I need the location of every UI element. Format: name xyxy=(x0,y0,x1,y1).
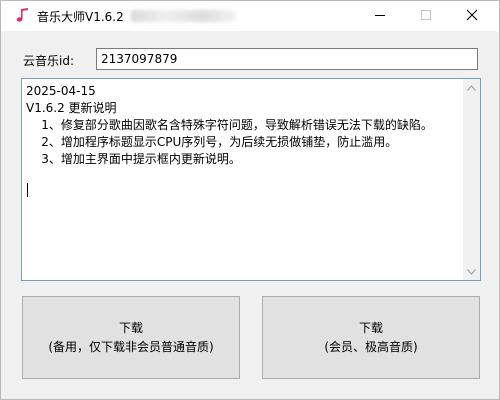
title-bar[interactable]: 音乐大师V1.6.2 xyxy=(1,1,499,31)
download-normal-sublabel: (备用，仅下载非会员普通音质) xyxy=(48,339,214,354)
changelog-line: 1、修复部分歌曲因歌名含特殊字符问题，导致解析错误无法下载的缺陷。 xyxy=(26,118,433,132)
id-label: 云音乐id: xyxy=(23,54,74,68)
changelog-line: V1.6.2 更新说明 xyxy=(26,101,117,115)
title-redacted xyxy=(131,10,236,22)
scroll-down-arrow-icon[interactable] xyxy=(463,263,480,280)
maximize-button[interactable] xyxy=(403,1,449,31)
changelog-line: 2、增加程序标题显示CPU序列号，为后续无损做铺垫，防止滥用。 xyxy=(26,135,398,149)
minimize-button[interactable] xyxy=(357,1,403,31)
download-normal-button[interactable]: 下载 (备用，仅下载非会员普通音质) xyxy=(22,296,240,379)
vertical-scrollbar[interactable] xyxy=(463,79,480,280)
app-window: 音乐大师V1.6.2 云音乐id: 2025-04-15 V1.6.2 更新说明 … xyxy=(0,0,500,400)
window-title: 音乐大师V1.6.2 xyxy=(37,10,124,24)
text-caret xyxy=(27,183,28,197)
download-vip-label: 下载 xyxy=(358,320,383,335)
close-button[interactable] xyxy=(449,1,495,31)
download-vip-sublabel: (会员、极高音质) xyxy=(324,339,418,354)
changelog-text: 2025-04-15 V1.6.2 更新说明 1、修复部分歌曲因歌名含特殊字符问题… xyxy=(26,83,462,168)
music-id-input[interactable] xyxy=(96,48,478,70)
scroll-up-arrow-icon[interactable] xyxy=(463,79,480,96)
minimize-icon xyxy=(374,9,386,24)
download-vip-button[interactable]: 下载 (会员、极高音质) xyxy=(262,296,480,379)
changelog-textbox[interactable]: 2025-04-15 V1.6.2 更新说明 1、修复部分歌曲因歌名含特殊字符问题… xyxy=(21,78,481,281)
changelog-line: 2025-04-15 xyxy=(26,84,96,98)
close-icon xyxy=(466,9,478,24)
maximize-icon xyxy=(420,9,432,24)
music-note-icon xyxy=(15,7,31,23)
changelog-line: 3、增加主界面中提示框内更新说明。 xyxy=(26,152,241,166)
download-normal-label: 下载 xyxy=(118,320,143,335)
